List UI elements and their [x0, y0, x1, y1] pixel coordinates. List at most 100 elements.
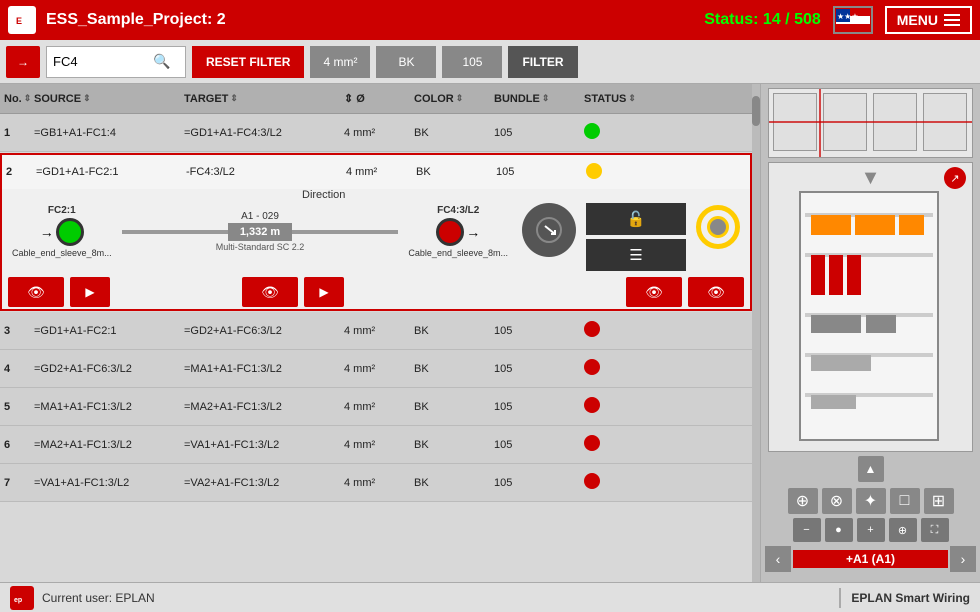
mini-overview	[768, 88, 973, 158]
table-rows: 1 =GB1+A1-FC1:4 =GD1+A1-FC4:3/L2 4 mm² B…	[0, 114, 752, 582]
cell-target-2: -FC4:3/L2	[186, 166, 346, 178]
reset-filter-button[interactable]: RESET FILTER	[192, 46, 304, 78]
nav-arrow-icon: →	[17, 55, 29, 69]
table-row[interactable]: 5 =MA1+A1-FC1:3/L2 =MA2+A1-FC1:3/L2 4 mm…	[0, 388, 752, 426]
search-icon[interactable]: 🔍	[153, 53, 170, 70]
action-row: 👁 ▶ 👁 ▶ 👁 👁	[2, 275, 750, 309]
cell-diameter: 4 mm²	[344, 325, 414, 337]
menu-lines-icon	[944, 14, 960, 26]
panel-btn-cross[interactable]: ⊕	[889, 518, 917, 542]
cell-target: =VA1+A1-FC1:3/L2	[184, 439, 344, 451]
cell-status	[584, 123, 674, 142]
panel-btn-plus[interactable]: +	[857, 518, 885, 542]
endpoint-label: A1 - 029	[241, 211, 279, 222]
col-no[interactable]: No. ⇕	[4, 93, 34, 105]
filter-tag-diameter[interactable]: 4 mm²	[310, 46, 370, 78]
cell-color-2: BK	[416, 166, 496, 178]
nav-up-area: ▲	[858, 456, 884, 482]
cell-color: BK	[414, 439, 494, 451]
unlock-icon: 🔓	[627, 210, 646, 228]
sort-target-icon: ⇕	[230, 93, 238, 104]
nav-up-button[interactable]: ▲	[858, 456, 884, 482]
svg-text:ep: ep	[14, 597, 22, 604]
direction-button[interactable]	[522, 203, 576, 257]
panel-controls-row2: − ● + ⊕ ⛶	[793, 518, 949, 542]
scrollbar[interactable]	[752, 84, 760, 582]
status-large-circle	[696, 205, 740, 249]
direction-icon	[535, 216, 563, 244]
panel-btn-circle[interactable]: ●	[825, 518, 853, 542]
cell-no: 5	[4, 401, 34, 413]
col-status[interactable]: STATUS ⇕	[584, 93, 674, 105]
filter-button[interactable]: FILTER	[508, 46, 577, 78]
right-panel: ▼ ↗	[760, 84, 980, 582]
cell-diameter: 4 mm²	[344, 439, 414, 451]
play-btn-left-1[interactable]: ▶	[70, 277, 110, 307]
scroll-down-arrow[interactable]: ▼	[861, 167, 881, 190]
cell-bundle: 105	[494, 127, 584, 139]
nav-back-button[interactable]: →	[6, 46, 40, 78]
status-dot-red	[584, 321, 600, 337]
filter-tag-bundle[interactable]: 105	[442, 46, 502, 78]
status-dot-yellow	[586, 163, 602, 179]
cell-status	[584, 359, 674, 378]
sort-color-icon: ⇕	[456, 93, 464, 104]
action-buttons: 🔓 ☰	[586, 203, 686, 271]
cell-bundle: 105	[494, 401, 584, 413]
play-btn-left-2[interactable]: ▶	[304, 277, 344, 307]
expanded-row-header[interactable]: 2 =GD1+A1-FC2:1 -FC4:3/L2 4 mm² BK 105	[2, 155, 750, 189]
panel-nav-next[interactable]: ›	[950, 546, 976, 572]
table-row[interactable]: 3 =GD1+A1-FC2:1 =GD2+A1-FC6:3/L2 4 mm² B…	[0, 312, 752, 350]
col-bundle[interactable]: BUNDLE ⇕	[494, 93, 584, 105]
panel-btn-zoom-in[interactable]: ⊕	[788, 488, 818, 514]
table-row[interactable]: 1 =GB1+A1-FC1:4 =GD1+A1-FC4:3/L2 4 mm² B…	[0, 114, 752, 152]
col-diameter[interactable]: ⇕ Ø	[344, 92, 414, 105]
cell-diameter: 4 mm²	[344, 401, 414, 413]
flag-button[interactable]: ★★★	[833, 6, 873, 34]
panel-btn-zoom-out[interactable]: ✦	[856, 488, 886, 514]
list-button[interactable]: ☰	[586, 239, 686, 271]
search-input[interactable]	[53, 54, 153, 69]
panel-controls-row1: ⊕ ⊗ ✦ □ ⊞	[788, 488, 954, 514]
table-row[interactable]: 4 =GD2+A1-FC6:3/L2 =MA1+A1-FC1:3/L2 4 mm…	[0, 350, 752, 388]
cell-color: BK	[414, 363, 494, 375]
status-dot-green	[584, 123, 600, 139]
wire-length-label: 1,332 m	[228, 223, 292, 241]
brand-label: EPLAN Smart Wiring	[851, 591, 970, 605]
eye-btn-left-2[interactable]: 👁	[242, 277, 298, 307]
col-color[interactable]: COLOR ⇕	[414, 93, 494, 105]
cell-source: =GD2+A1-FC6:3/L2	[34, 363, 184, 375]
cell-no: 4	[4, 363, 34, 375]
col-source[interactable]: SOURCE ⇕	[34, 93, 184, 105]
cell-target: =MA1+A1-FC1:3/L2	[184, 363, 344, 375]
menu-button[interactable]: MENU	[885, 6, 972, 34]
cell-target: =GD2+A1-FC6:3/L2	[184, 325, 344, 337]
sort-no-icon: ⇕	[24, 93, 32, 104]
project-title: ESS_Sample_Project: 2	[46, 11, 704, 29]
nav-badge[interactable]: ↗	[944, 167, 966, 189]
scrollbar-thumb[interactable]	[752, 96, 760, 126]
right-wire-circle	[436, 218, 464, 246]
col-target[interactable]: TARGET ⇕	[184, 93, 344, 105]
eye-btn-left-1[interactable]: 👁	[8, 277, 64, 307]
panel-btn-square[interactable]: □	[890, 488, 920, 514]
table-row[interactable]: 7 =VA1+A1-FC1:3/L2 =VA2+A1-FC1:3/L2 4 mm…	[0, 464, 752, 502]
panel-btn-fullscreen[interactable]: ⛶	[921, 518, 949, 542]
panel-btn-minus[interactable]: −	[793, 518, 821, 542]
cell-bundle: 105	[494, 363, 584, 375]
panel-btn-reset[interactable]: ⊗	[822, 488, 852, 514]
component-orange-1	[811, 215, 851, 235]
table-row[interactable]: 6 =MA2+A1-FC1:3/L2 =VA1+A1-FC1:3/L2 4 mm…	[0, 426, 752, 464]
filter-tag-color[interactable]: BK	[376, 46, 436, 78]
eye-btn-right-1[interactable]: 👁	[626, 277, 682, 307]
unlock-button[interactable]: 🔓	[586, 203, 686, 235]
right-caption: Cable_end_sleeve_8m...	[408, 248, 508, 258]
panel-btn-expand[interactable]: ⊞	[924, 488, 954, 514]
wire-line-right	[292, 230, 398, 234]
panel-nav-label[interactable]: +A1 (A1)	[793, 550, 948, 568]
sort-status-icon: ⇕	[628, 93, 636, 104]
eye-btn-right-2[interactable]: 👁	[688, 277, 744, 307]
component-gray-2	[866, 315, 896, 333]
cell-color: BK	[414, 127, 494, 139]
panel-nav-prev[interactable]: ‹	[765, 546, 791, 572]
